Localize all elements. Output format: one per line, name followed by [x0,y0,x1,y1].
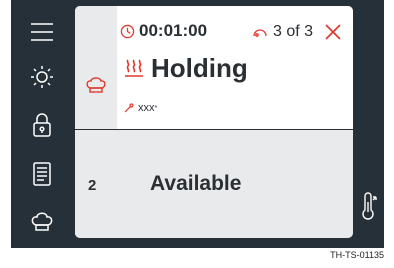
shelf-count-text: 3 of 3 [273,23,314,40]
panel-left-column [75,6,117,238]
probe-value: xxx [138,102,155,114]
slot-state: Available [150,172,242,195]
sidebar [11,0,73,248]
status-title: Holding [123,53,248,83]
menu-icon[interactable] [28,18,56,46]
probe-mark: * [154,104,158,112]
timer: 00:01:00 [120,21,207,41]
brightness-icon[interactable] [28,63,56,91]
heat-icon [125,59,143,77]
holding-panel[interactable]: 00:01:00 3 of 3 Holding xxx * 2 Available [75,6,353,238]
probe-reading: xxx * [123,102,157,114]
clock-icon [120,24,135,38]
shelf-count: 3 of 3 [253,22,313,42]
status-label: Holding [151,53,248,83]
probe-link-icon [253,29,267,37]
chef-hat-icon[interactable] [28,207,56,235]
probe-icon [124,102,134,112]
timer-value: 00:01:00 [139,21,208,40]
slot-number: 2 [88,177,97,194]
divider [75,129,353,130]
thermometer-icon[interactable] [358,192,380,222]
recipe-book-icon[interactable] [28,160,56,188]
lock-icon[interactable] [28,111,56,139]
figure-id: TH-TS-01135 [330,250,384,260]
chef-hat-icon [85,74,107,96]
close-button[interactable] [323,22,343,42]
close-icon [325,24,341,40]
